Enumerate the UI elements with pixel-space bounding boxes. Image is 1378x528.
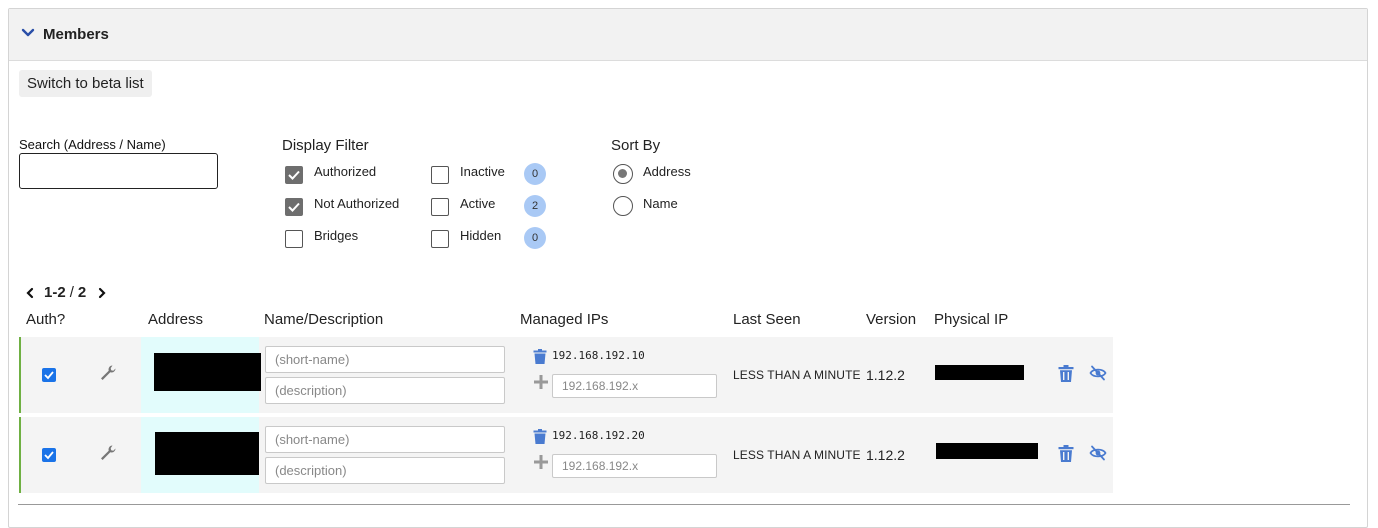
sort-name-radio[interactable] [613,196,633,216]
filter-active-label: Active [460,196,496,211]
sort-name-label: Name [643,196,678,211]
last-seen: LESS THAN A MINUTE [733,368,861,382]
plus-icon[interactable] [533,454,549,470]
plus-icon[interactable] [533,374,549,390]
description-input[interactable]: (description) [265,457,505,484]
short-name-input[interactable]: (short-name) [265,346,505,373]
filter-active-checkbox[interactable] [431,198,449,216]
header-managed-ips: Managed IPs [520,311,609,328]
checkmark-icon [44,451,54,460]
header-physical-ip: Physical IP [934,311,1009,328]
version: 1.12.2 [866,367,905,383]
trash-icon[interactable] [533,429,547,444]
pager-range: 1-2 [44,284,66,301]
checkmark-icon [288,202,300,212]
redacted-physical-ip [935,365,1024,380]
new-ip-input[interactable]: 192.168.192.x [552,454,717,478]
filter-hidden-checkbox[interactable] [431,230,449,248]
sort-by-title: Sort By [611,137,661,154]
header-last-seen: Last Seen [733,311,801,328]
inactive-count-badge: 0 [524,163,546,185]
filter-inactive-label: Inactive [460,164,505,179]
sort-address-label: Address [643,164,691,179]
last-seen: LESS THAN A MINUTE [733,448,861,462]
search-label: Search (Address / Name) [19,137,166,152]
redacted-physical-ip [936,443,1038,459]
header-version: Version [866,311,917,328]
table-bottom-divider [18,504,1350,505]
header-name[interactable]: Name/Description [264,311,383,328]
wrench-icon[interactable] [99,364,117,382]
trash-icon[interactable] [533,349,547,364]
trash-icon[interactable] [1058,445,1074,462]
address-cell [141,417,259,493]
eye-off-icon[interactable] [1089,365,1107,381]
filter-not-authorized-label: Not Authorized [314,196,400,211]
pager-separator: / [69,284,74,301]
member-row: (short-name) (description) 192.168.192.2… [19,417,1113,493]
address-cell [141,337,261,413]
authorize-checkbox[interactable] [42,368,56,382]
redacted-address [155,432,259,475]
active-count-badge: 2 [524,195,546,217]
chevron-down-icon[interactable] [21,26,35,40]
short-name-input[interactable]: (short-name) [265,426,505,453]
new-ip-input[interactable]: 192.168.192.x [552,374,717,398]
filter-hidden-label: Hidden [460,228,502,243]
members-panel: Members Switch to beta list Search (Addr… [8,8,1368,528]
header-address[interactable]: Address [148,311,203,328]
display-filter-title: Display Filter [282,137,369,154]
member-row: (short-name) (description) 192.168.192.1… [19,337,1113,413]
version: 1.12.2 [866,447,905,463]
authorize-checkbox[interactable] [42,448,56,462]
members-panel-header[interactable]: Members [9,9,1367,61]
checkmark-icon [44,371,54,380]
filter-inactive-checkbox[interactable] [431,166,449,184]
managed-ip: 192.168.192.10 [552,349,645,362]
filter-authorized-label: Authorized [314,164,377,179]
managed-ip: 192.168.192.20 [552,429,645,442]
hidden-count-badge: 0 [524,227,546,249]
pager-total: 2 [77,284,87,301]
filter-not-authorized-checkbox[interactable] [285,198,303,216]
trash-icon[interactable] [1058,365,1074,382]
search-input[interactable] [19,153,218,189]
pager: 1-2 / 2 [24,284,108,301]
header-auth: Auth? [26,311,66,328]
filter-bridges-checkbox[interactable] [285,230,303,248]
panel-title: Members [43,26,109,43]
filter-bridges-label: Bridges [314,228,359,243]
eye-off-icon[interactable] [1089,445,1107,461]
wrench-icon[interactable] [99,444,117,462]
filter-authorized-checkbox[interactable] [285,166,303,184]
switch-to-beta-button[interactable]: Switch to beta list [19,70,152,97]
sort-address-radio[interactable] [613,164,633,184]
description-input[interactable]: (description) [265,377,505,404]
chevron-left-icon[interactable] [24,287,36,299]
chevron-right-icon[interactable] [96,287,108,299]
redacted-address [154,353,261,391]
checkmark-icon [288,170,300,180]
